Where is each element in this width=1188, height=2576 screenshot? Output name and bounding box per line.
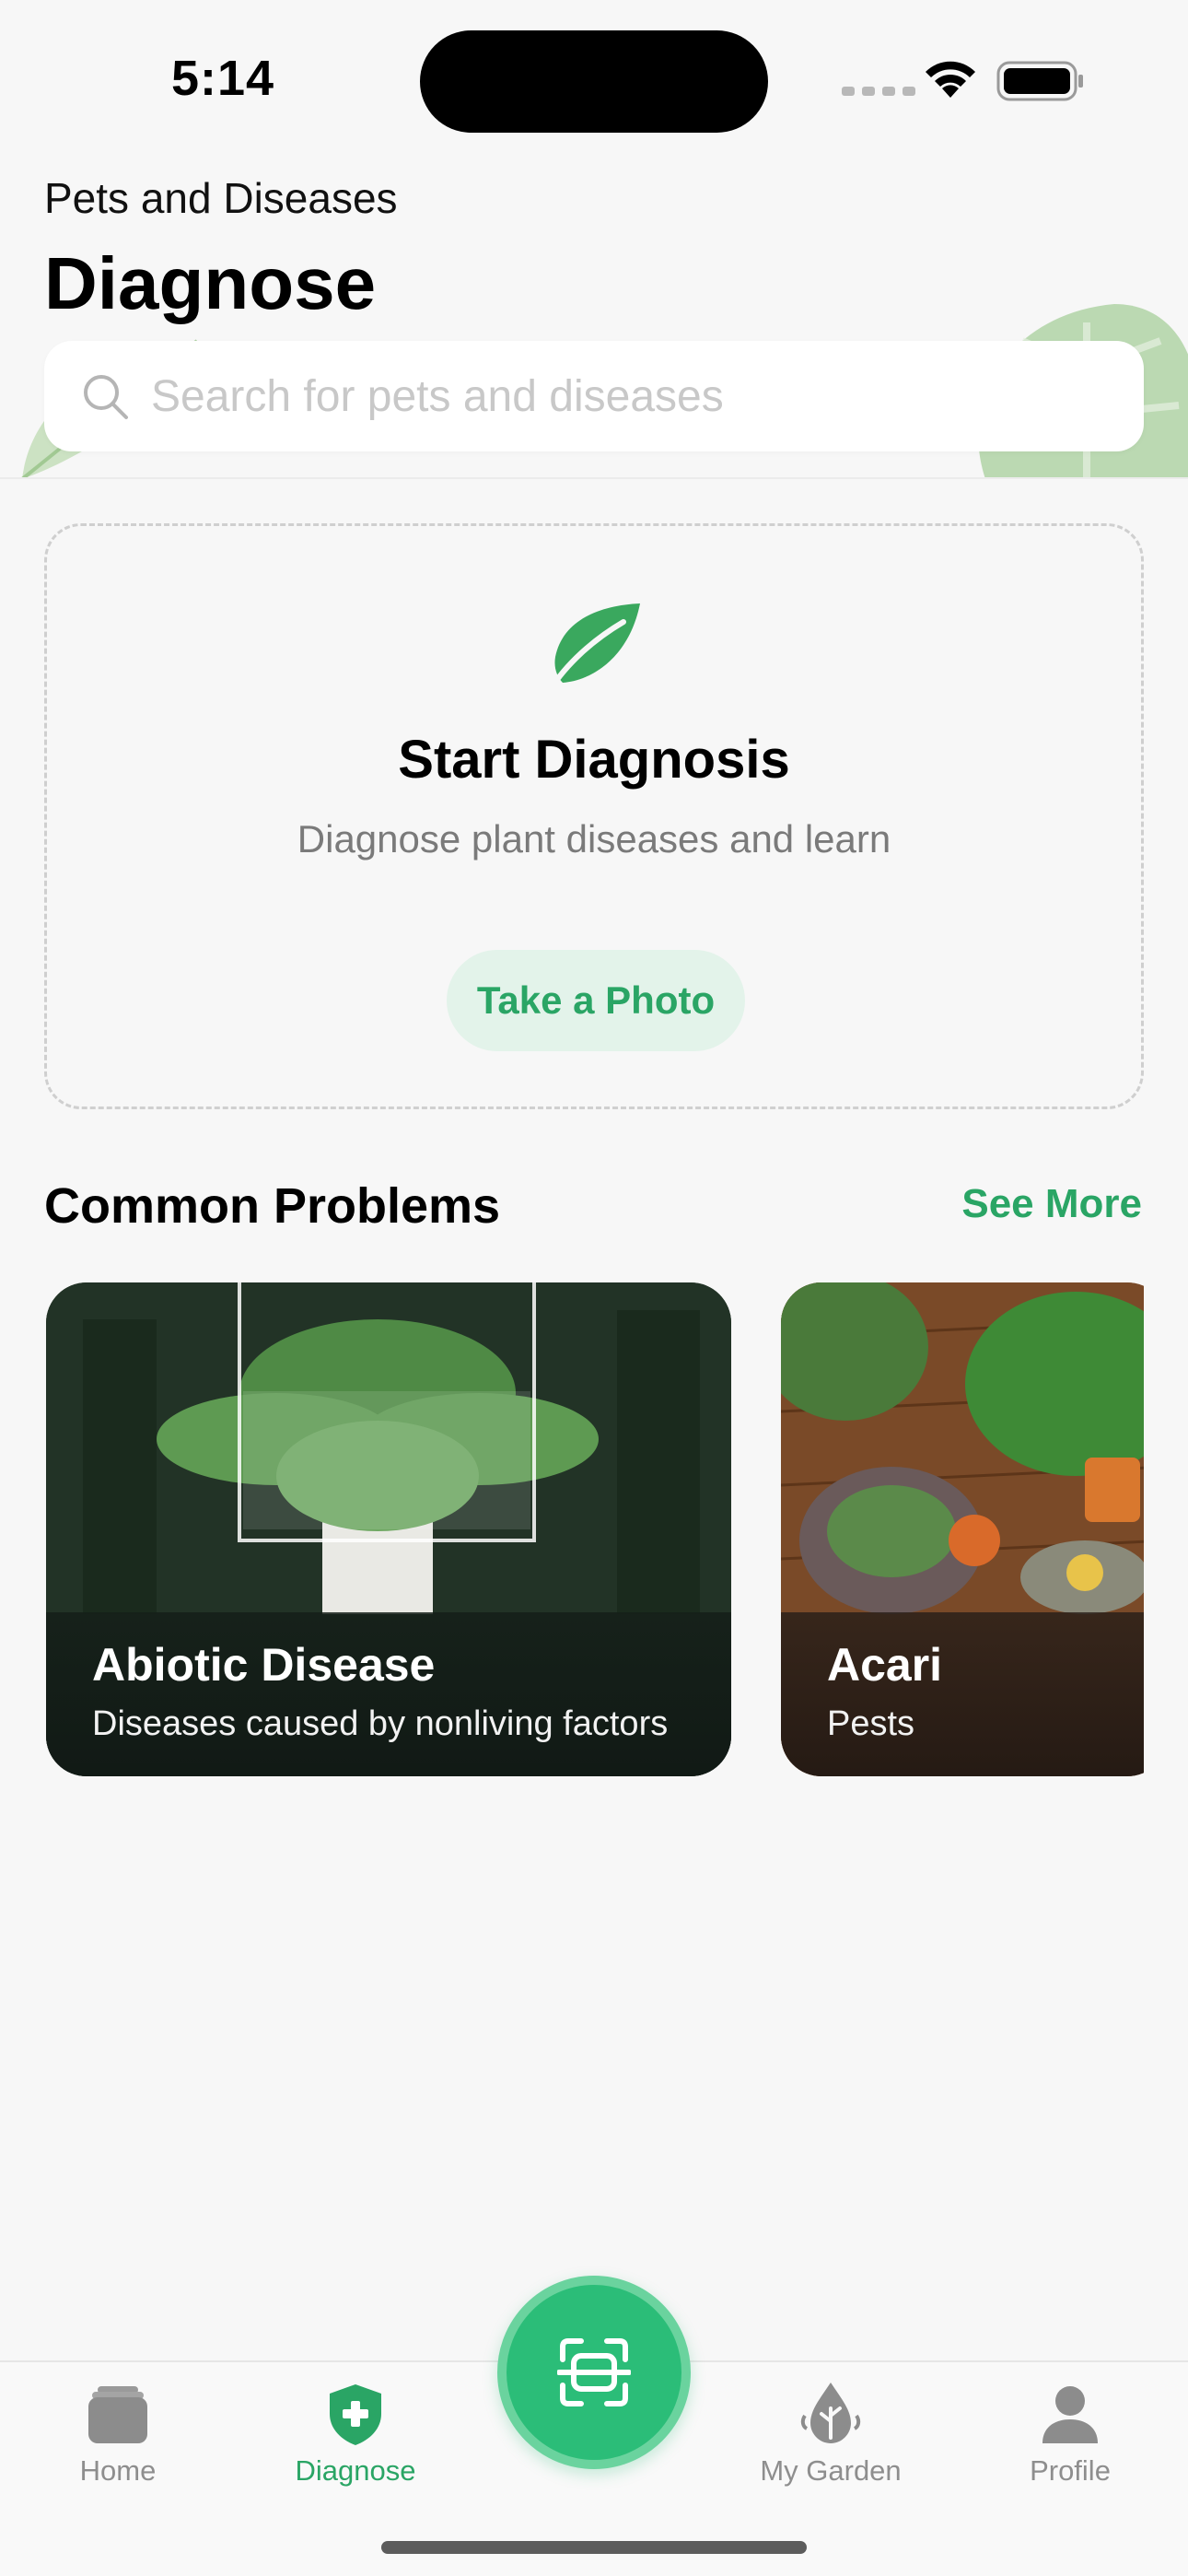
start-diagnosis-card: Start Diagnosis Diagnose plant diseases … bbox=[44, 523, 1144, 1109]
status-time: 5:14 bbox=[171, 51, 275, 106]
shield-plus-icon bbox=[330, 2384, 381, 2445]
card-title: Acari bbox=[827, 1639, 943, 1691]
cellular-signal-icon bbox=[842, 87, 915, 96]
home-icon bbox=[88, 2386, 147, 2443]
scan-button[interactable] bbox=[497, 2276, 691, 2469]
home-indicator[interactable] bbox=[381, 2541, 807, 2554]
scan-icon bbox=[557, 2338, 631, 2406]
card-title: Abiotic Disease bbox=[92, 1639, 436, 1691]
status-bar: 5:14 bbox=[0, 0, 1188, 147]
tab-label: Diagnose bbox=[295, 2454, 416, 2487]
tab-label: Home bbox=[79, 2454, 157, 2487]
tab-my-garden[interactable]: My Garden bbox=[729, 2381, 932, 2519]
common-problems-title: Common Problems bbox=[44, 1178, 501, 1234]
battery-icon bbox=[996, 61, 1083, 101]
diagnosis-title: Start Diagnosis bbox=[398, 730, 790, 790]
wifi-icon bbox=[926, 61, 975, 98]
page-title: Diagnose bbox=[44, 242, 377, 324]
tab-profile[interactable]: Profile bbox=[969, 2381, 1171, 2519]
header: Pets and Diseases Diagnose bbox=[0, 147, 1188, 479]
search-bar[interactable] bbox=[44, 341, 1144, 451]
card-description: Pests bbox=[827, 1704, 915, 1743]
see-more-link[interactable]: See More bbox=[961, 1181, 1142, 1227]
tab-label: Profile bbox=[1030, 2454, 1111, 2487]
dynamic-island bbox=[420, 30, 768, 133]
take-photo-button[interactable]: Take a Photo bbox=[447, 950, 745, 1051]
problem-card-acari[interactable]: Acari Pests bbox=[781, 1282, 1144, 1776]
person-icon bbox=[1042, 2386, 1098, 2443]
search-input[interactable] bbox=[151, 370, 1072, 422]
plant-drop-icon bbox=[800, 2383, 861, 2443]
tab-diagnose[interactable]: Diagnose bbox=[254, 2381, 457, 2519]
page-subtitle: Pets and Diseases bbox=[44, 174, 398, 222]
diagnosis-subtitle: Diagnose plant diseases and learn bbox=[297, 817, 891, 861]
card-caption-overlay bbox=[46, 1612, 731, 1776]
tab-home[interactable]: Home bbox=[17, 2381, 219, 2519]
problem-card-abiotic-disease[interactable]: Abiotic Disease Diseases caused by nonli… bbox=[46, 1282, 731, 1776]
common-problems-carousel[interactable]: Abiotic Disease Diseases caused by nonli… bbox=[44, 1282, 1144, 1776]
tab-label: My Garden bbox=[760, 2454, 902, 2487]
card-description: Diseases caused by nonliving factors bbox=[92, 1704, 669, 1743]
card-caption-overlay bbox=[781, 1612, 1144, 1776]
leaf-icon bbox=[547, 603, 640, 693]
search-icon bbox=[84, 375, 128, 419]
